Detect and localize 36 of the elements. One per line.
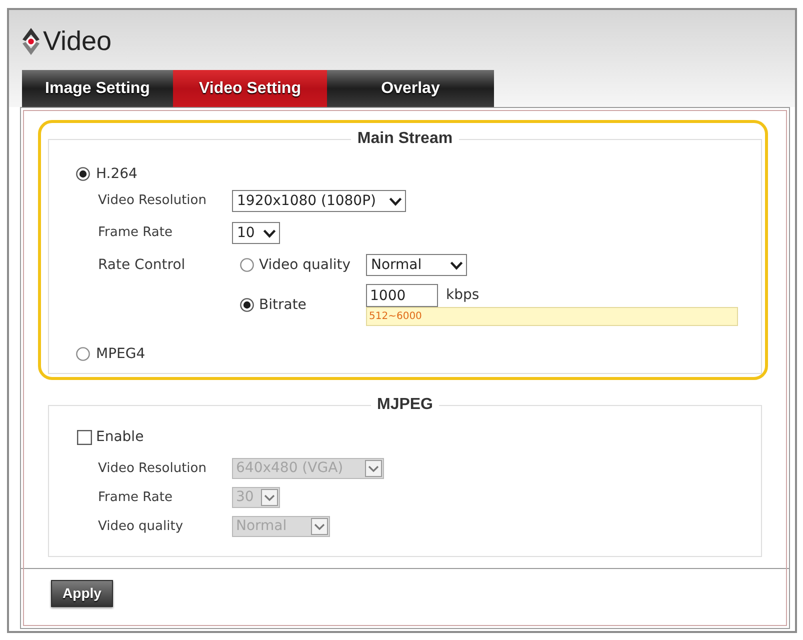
dropdown[interactable]: 1920x1080 (1080P) <box>232 190 406 212</box>
group-title: MJPEG <box>376 396 434 414</box>
field-label: Video Resolution <box>98 192 208 210</box>
chevron-down-icon <box>261 489 278 506</box>
tab[interactable]: Overlay <box>327 70 494 107</box>
checkbox[interactable] <box>77 430 92 444</box>
field-label: Frame Rate <box>98 224 174 242</box>
range-hint: 512~6000 <box>366 307 738 326</box>
radio-button[interactable] <box>76 347 90 361</box>
radio-label[interactable]: H.264 <box>96 164 138 184</box>
group-title: Main Stream <box>356 130 454 148</box>
apply-button[interactable]: Apply <box>51 580 113 607</box>
field-label: Frame Rate <box>98 488 174 507</box>
radio-button[interactable] <box>240 258 254 272</box>
chevron-down-icon <box>365 460 382 477</box>
chevron-down-icon <box>389 196 402 206</box>
dropdown[interactable]: 10 <box>232 222 280 244</box>
radio-label[interactable]: Bitrate <box>259 294 306 316</box>
logo-icon <box>22 26 40 56</box>
unit-label: kbps <box>446 286 480 305</box>
radio-label[interactable]: MPEG4 <box>96 344 146 364</box>
bitrate-input[interactable]: 1000 <box>366 284 438 307</box>
tab[interactable]: Video Setting <box>173 70 327 107</box>
tab[interactable]: Image Setting <box>22 70 173 107</box>
radio-label[interactable]: Video quality <box>259 254 351 276</box>
dropdown[interactable]: Normal <box>366 254 467 276</box>
field-label: Video Resolution <box>98 460 208 478</box>
chevron-down-icon <box>263 228 276 238</box>
radio-button[interactable] <box>76 167 90 181</box>
chevron-down-icon <box>311 518 328 535</box>
chevron-down-icon <box>450 260 463 270</box>
field-label: Rate Control <box>98 256 186 274</box>
radio-button[interactable] <box>240 298 254 312</box>
page-title: Video <box>43 28 112 54</box>
field-label: Video quality <box>98 518 184 536</box>
checkbox-label[interactable]: Enable <box>96 426 144 448</box>
